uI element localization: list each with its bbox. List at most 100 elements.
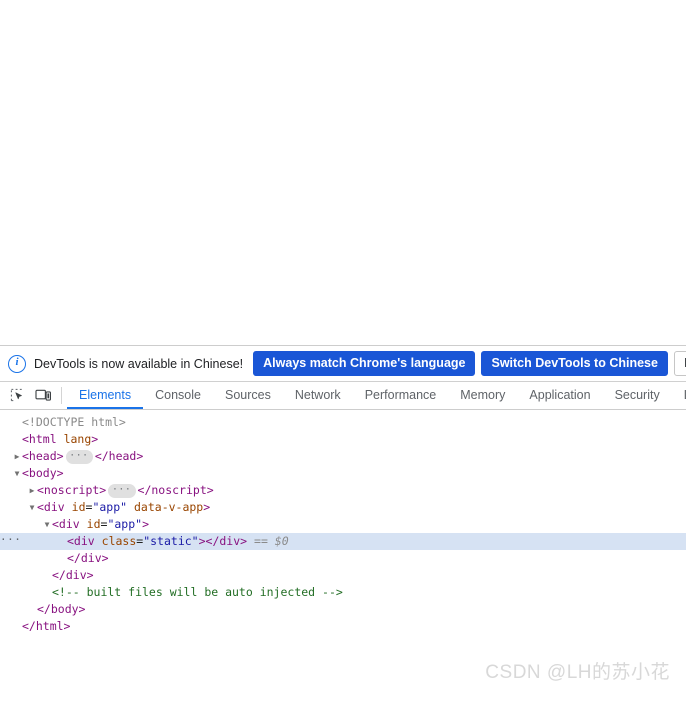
- dom-row[interactable]: <!DOCTYPE html>: [0, 414, 686, 431]
- dom-token: <noscript>: [37, 483, 107, 497]
- tab-memory[interactable]: Memory: [448, 382, 517, 409]
- dont-show-again-button[interactable]: Don't show again: [673, 351, 686, 376]
- dom-row-menu-icon[interactable]: ···: [0, 533, 21, 546]
- dom-row-content: <div class="static"></div> == $0: [67, 533, 289, 550]
- dom-token: [247, 534, 254, 548]
- dom-row-content: </body>: [37, 601, 85, 618]
- dom-token: <div: [37, 500, 65, 514]
- tab-label: Elements: [79, 387, 132, 402]
- dom-row-content: <body>: [22, 465, 64, 482]
- dom-row[interactable]: ▶ <head> ··· </head>: [0, 448, 686, 465]
- triangle-placeholder: [42, 584, 52, 601]
- dom-row-content: <!-- built files will be auto injected -…: [52, 584, 343, 601]
- dom-row-content: <head> ··· </head>: [22, 448, 143, 465]
- dom-token: >: [91, 432, 99, 446]
- dom-token: <body: [22, 466, 57, 480]
- tab-label: Memory: [460, 387, 506, 402]
- tab-application[interactable]: Application: [517, 382, 602, 409]
- collapsed-children-badge[interactable]: ···: [108, 484, 136, 498]
- dom-token: >: [198, 534, 206, 548]
- csdn-watermark: CSDN @LH的苏小花: [485, 662, 670, 683]
- triangle-placeholder: [12, 414, 22, 431]
- dom-row-content: <div id="app" data-v-app>: [37, 499, 210, 516]
- dom-token: class: [101, 534, 137, 548]
- devtools-language-infobar: i DevTools is now available in Chinese! …: [0, 346, 686, 382]
- dom-token: "static": [143, 534, 199, 548]
- dom-row-selected[interactable]: ··· <div class="static"></div> == $0: [0, 533, 686, 550]
- triangle-placeholder: [27, 601, 37, 618]
- dom-token: <html: [22, 432, 57, 446]
- triangle-placeholder: [42, 567, 52, 584]
- tab-label: Console: [155, 387, 201, 402]
- dom-row[interactable]: <html lang>: [0, 431, 686, 448]
- triangle-placeholder: [12, 431, 22, 448]
- tab-console[interactable]: Console: [143, 382, 213, 409]
- always-match-chrome-language-button[interactable]: Always match Chrome's language: [253, 351, 476, 376]
- tab-security[interactable]: Security: [603, 382, 672, 409]
- dom-row-content: <html lang>: [22, 431, 98, 448]
- tab-lighthouse[interactable]: Lig: [672, 382, 686, 409]
- triangle-placeholder: [57, 550, 67, 567]
- tab-elements[interactable]: Elements: [67, 382, 144, 409]
- dom-token: >: [203, 500, 211, 514]
- dom-row-content: <div id="app">: [52, 516, 149, 533]
- dom-row-content: </div>: [67, 550, 109, 567]
- tab-sources[interactable]: Sources: [213, 382, 283, 409]
- dom-token: </body>: [37, 602, 86, 616]
- dom-row[interactable]: <!-- built files will be auto injected -…: [0, 584, 686, 601]
- toolbar-divider: [61, 387, 62, 404]
- dom-row[interactable]: ▼ <div id="app" data-v-app>: [0, 499, 686, 516]
- tab-label: Security: [614, 387, 660, 402]
- collapsed-children-badge[interactable]: ···: [65, 450, 93, 464]
- triangle-placeholder: [57, 533, 67, 550]
- dom-token: </div>: [52, 568, 94, 582]
- switch-devtools-to-chinese-button[interactable]: Switch DevTools to Chinese: [481, 351, 668, 376]
- dom-row[interactable]: ▼ <body>: [0, 465, 686, 482]
- dom-row-content: </html>: [22, 618, 70, 635]
- devtools-panel: i DevTools is now available in Chinese! …: [0, 345, 686, 702]
- tab-label: Performance: [364, 387, 437, 402]
- dom-token: lang: [63, 432, 92, 446]
- dom-row[interactable]: ▶ <noscript> ··· </noscript>: [0, 482, 686, 499]
- dom-row[interactable]: </html>: [0, 618, 686, 635]
- dom-token: "app": [92, 500, 128, 514]
- triangle-down-icon[interactable]: ▼: [12, 465, 22, 482]
- dom-token: </head>: [94, 449, 144, 463]
- dom-token: [65, 500, 72, 514]
- dom-token: id: [71, 500, 86, 514]
- dom-row[interactable]: </div>: [0, 550, 686, 567]
- triangle-down-icon[interactable]: ▼: [42, 516, 52, 533]
- dom-token: [95, 534, 102, 548]
- dom-token: data-v-app: [134, 500, 204, 514]
- dom-token: [127, 500, 134, 514]
- triangle-right-icon[interactable]: ▶: [12, 448, 22, 465]
- device-toolbar-icon[interactable]: [30, 382, 56, 409]
- devtools-tabstrip: Elements Console Sources Network Perform…: [0, 382, 686, 410]
- tab-performance[interactable]: Performance: [353, 382, 449, 409]
- dom-row-content: <!DOCTYPE html>: [22, 414, 126, 431]
- dom-row[interactable]: </div>: [0, 567, 686, 584]
- dom-row-content: </div>: [52, 567, 94, 584]
- infobar-message: DevTools is now available in Chinese!: [34, 356, 244, 371]
- tab-label: Sources: [224, 387, 271, 402]
- inspect-element-icon[interactable]: [4, 382, 30, 409]
- dom-row[interactable]: </body>: [0, 601, 686, 618]
- dom-token: <div: [67, 534, 95, 548]
- dom-token: "app": [107, 517, 143, 531]
- dom-token: </div>: [67, 551, 109, 565]
- dom-row-content: <noscript> ··· </noscript>: [37, 482, 214, 499]
- dom-token: <head>: [22, 449, 64, 463]
- dom-token: <!DOCTYPE html>: [22, 415, 126, 429]
- dom-token: <div: [52, 517, 80, 531]
- triangle-right-icon[interactable]: ▶: [27, 482, 37, 499]
- dom-token: [57, 432, 64, 446]
- dom-token: >: [56, 466, 64, 480]
- triangle-placeholder: [12, 618, 22, 635]
- dom-row[interactable]: ▼ <div id="app">: [0, 516, 686, 533]
- triangle-down-icon[interactable]: ▼: [27, 499, 37, 516]
- tab-label: Application: [529, 387, 591, 402]
- dom-token: >: [142, 517, 149, 531]
- dom-token: </div>: [205, 534, 248, 548]
- tab-network[interactable]: Network: [283, 382, 353, 409]
- dom-token: </html>: [22, 619, 71, 633]
